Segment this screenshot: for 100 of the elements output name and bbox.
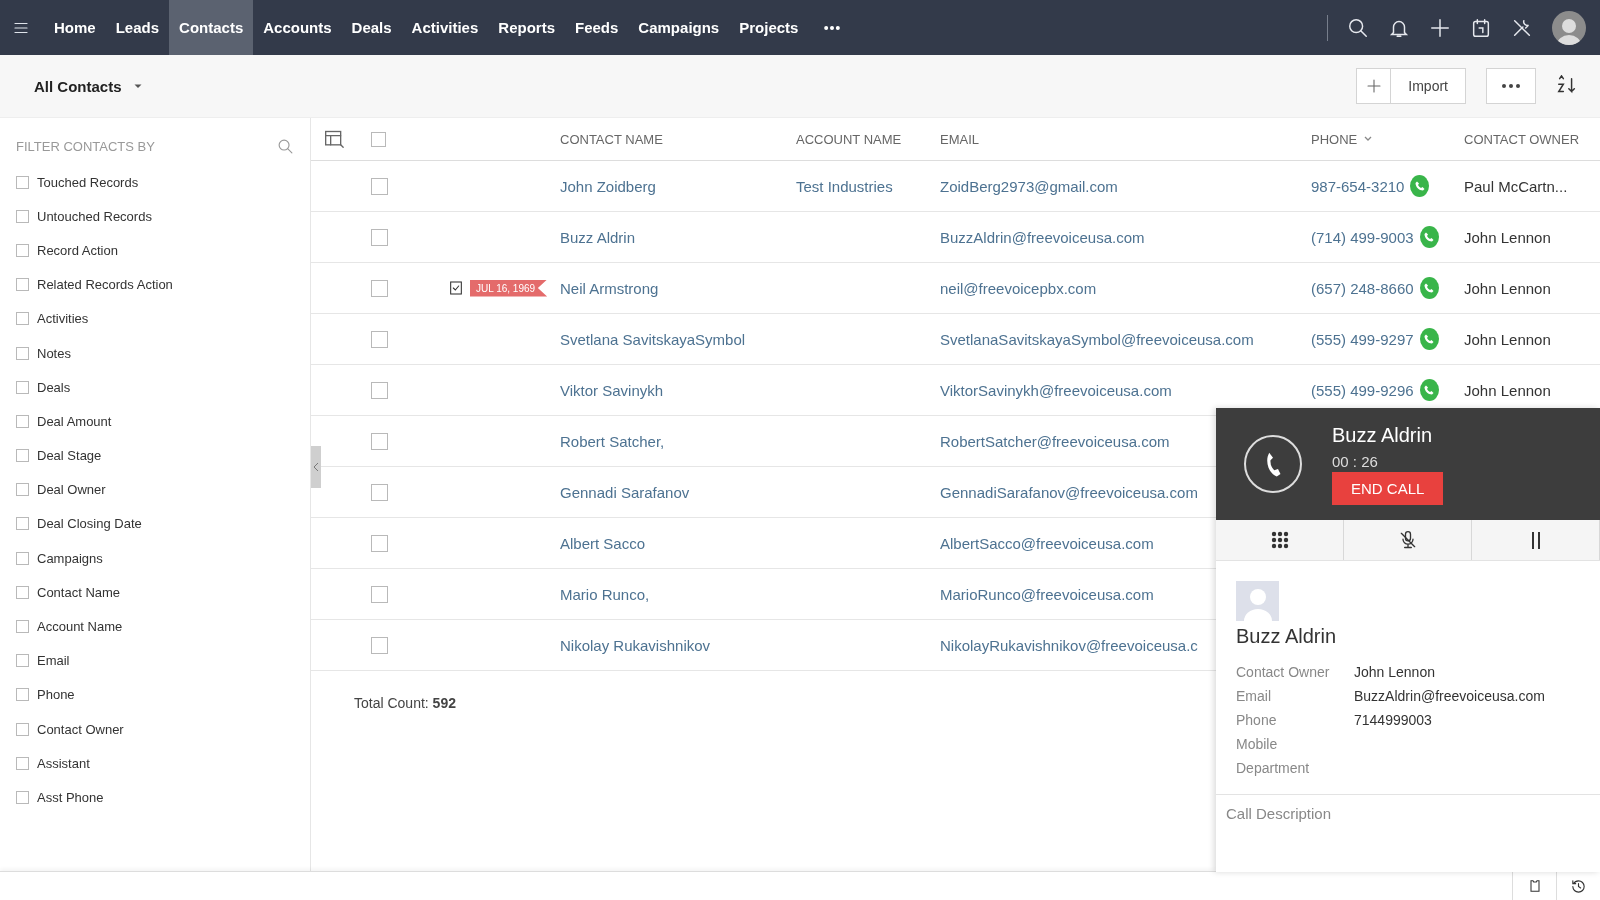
caller-name: Buzz Aldrin xyxy=(1332,423,1434,447)
column-settings-icon[interactable] xyxy=(323,129,345,149)
row-checkbox[interactable] xyxy=(371,636,388,654)
filter-checkbox[interactable] xyxy=(16,483,29,497)
account-name-link[interactable]: Test Industries xyxy=(796,177,893,195)
nav-tab[interactable]: Campaigns xyxy=(628,0,730,55)
nav-tab[interactable]: Deals xyxy=(341,0,402,55)
filter-checkbox[interactable] xyxy=(16,380,29,394)
more-icon xyxy=(1501,83,1521,89)
filter-checkbox[interactable] xyxy=(16,449,29,463)
pause-icon xyxy=(1531,531,1540,549)
filter-checkbox[interactable] xyxy=(16,414,29,428)
filter-checkbox[interactable] xyxy=(16,620,29,634)
end-call-button[interactable]: END CALL xyxy=(1332,471,1444,505)
user-avatar[interactable] xyxy=(1552,10,1586,45)
row-checkbox[interactable] xyxy=(371,534,388,552)
email-link[interactable]: SvetlanaSavitskayaSymbol@freevoiceusa.com xyxy=(940,330,1254,348)
plus-icon[interactable] xyxy=(1429,16,1451,39)
field-label: Phone xyxy=(1236,712,1278,728)
email-link[interactable]: MarioRunco@freevoiceusa.com xyxy=(940,585,1154,603)
search-icon[interactable] xyxy=(1347,16,1369,39)
row-checkbox[interactable] xyxy=(371,483,388,501)
filter-checkbox[interactable] xyxy=(16,312,29,326)
phone-link[interactable]: (555) 499-9297 xyxy=(1311,330,1414,348)
date-tag: JUL 16, 1969 xyxy=(470,279,548,297)
filter-checkbox[interactable] xyxy=(16,654,29,668)
call-icon[interactable] xyxy=(1419,226,1439,248)
call-icon[interactable] xyxy=(1410,175,1430,197)
call-description-field[interactable]: Call Description xyxy=(1216,795,1600,872)
contact-name-link[interactable]: Viktor Savinykh xyxy=(560,381,664,399)
filter-label: Email xyxy=(37,653,70,669)
more-button[interactable] xyxy=(1486,68,1536,104)
row-checkbox[interactable] xyxy=(371,177,388,195)
column-header[interactable]: CONTACT OWNER xyxy=(1464,131,1600,147)
column-header[interactable]: ACCOUNT NAME xyxy=(796,131,940,147)
call-icon[interactable] xyxy=(1419,277,1439,299)
contact-name-link[interactable]: Svetlana SavitskayaSymbol xyxy=(560,330,746,348)
filter-checkbox[interactable] xyxy=(16,209,29,223)
filter-checkbox[interactable] xyxy=(16,688,29,702)
email-link[interactable]: GennadiSarafanov@freevoiceusa.com xyxy=(940,483,1198,501)
phone-link[interactable]: (657) 248-8660 xyxy=(1311,279,1414,297)
filter-checkbox[interactable] xyxy=(16,346,29,360)
filter-checkbox[interactable] xyxy=(16,243,29,257)
contact-name-link[interactable]: Albert Sacco xyxy=(560,534,646,552)
email-link[interactable]: neil@freevoicepbx.com xyxy=(940,279,1097,297)
filter-checkbox[interactable] xyxy=(16,551,29,565)
email-link[interactable]: ZoidBerg2973@gmail.com xyxy=(940,177,1118,195)
contact-name-link[interactable]: Gennadi Sarafanov xyxy=(560,483,690,501)
field-value: BuzzAldrin@freevoiceusa.com xyxy=(1354,688,1546,704)
email-link[interactable]: ViktorSavinykh@freevoiceusa.com xyxy=(940,381,1172,399)
filter-checkbox[interactable] xyxy=(16,278,29,292)
phone-link[interactable]: 987-654-3210 xyxy=(1311,177,1405,195)
phone-link[interactable]: (714) 499-9003 xyxy=(1311,228,1414,246)
filter-checkbox[interactable] xyxy=(16,722,29,736)
contact-name-link[interactable]: Nikolay Rukavishnikov xyxy=(560,636,711,654)
phone-link[interactable]: (555) 499-9296 xyxy=(1311,381,1414,399)
call-icon[interactable] xyxy=(1419,379,1439,401)
nav-tab[interactable]: Leads xyxy=(105,0,170,55)
row-checkbox[interactable] xyxy=(371,330,388,348)
nav-tab[interactable]: Reports xyxy=(488,0,565,55)
nav-tab[interactable]: Accounts xyxy=(253,0,342,55)
contact-name-link[interactable]: Robert Satcher, xyxy=(560,432,665,450)
email-link[interactable]: NikolayRukavishnikov@freevoiceusa.c xyxy=(940,636,1198,654)
contact-name-link[interactable]: Buzz Aldrin xyxy=(560,228,636,246)
email-link[interactable]: RobertSatcher@freevoiceusa.com xyxy=(940,432,1170,450)
row-checkbox[interactable] xyxy=(371,432,388,450)
history-button[interactable] xyxy=(1556,872,1600,900)
filter-checkbox[interactable] xyxy=(16,756,29,770)
filter-checkbox[interactable] xyxy=(16,175,29,189)
call-icon[interactable] xyxy=(1419,328,1439,350)
filter-checkbox[interactable] xyxy=(16,585,29,599)
column-header[interactable]: EMAIL xyxy=(940,131,1311,147)
filter-checkbox[interactable] xyxy=(16,517,29,531)
nav-tab[interactable]: Activities xyxy=(401,0,489,55)
nav-tab[interactable]: Contacts xyxy=(169,0,254,55)
filter-checkbox[interactable] xyxy=(16,790,29,804)
select-all-checkbox[interactable] xyxy=(371,131,386,147)
view-selector[interactable]: All Contacts xyxy=(34,77,122,95)
email-link[interactable]: BuzzAldrin@freevoiceusa.com xyxy=(940,228,1145,246)
contact-name-link[interactable]: Mario Runco, xyxy=(560,585,650,603)
nav-tab[interactable]: Projects xyxy=(729,0,809,55)
clipboard-button[interactable] xyxy=(1512,872,1556,900)
row-checkbox[interactable] xyxy=(371,585,388,603)
collapse-handle[interactable] xyxy=(311,446,321,488)
row-checkbox[interactable] xyxy=(371,228,388,246)
row-checkbox[interactable] xyxy=(371,381,388,399)
column-header[interactable]: CONTACT NAME xyxy=(560,131,796,147)
email-link[interactable]: AlbertSacco@freevoiceusa.com xyxy=(940,534,1154,552)
filter-label: Phone xyxy=(37,687,75,703)
nav-tab[interactable]: Home xyxy=(44,0,106,55)
column-header[interactable]: PHONE xyxy=(1311,131,1464,147)
filter-label: Deals xyxy=(37,379,71,395)
contact-name-link[interactable]: John Zoidberg xyxy=(560,177,656,195)
row-checkbox[interactable] xyxy=(371,279,388,297)
field-value: 7144999003 xyxy=(1354,712,1433,728)
calendar-icon[interactable] xyxy=(1470,16,1492,39)
filter-title: FILTER CONTACTS BY xyxy=(16,139,155,154)
contact-name-link[interactable]: Neil Armstrong xyxy=(560,279,659,297)
filter-label: Account Name xyxy=(37,619,123,635)
nav-tab[interactable]: Feeds xyxy=(565,0,629,55)
